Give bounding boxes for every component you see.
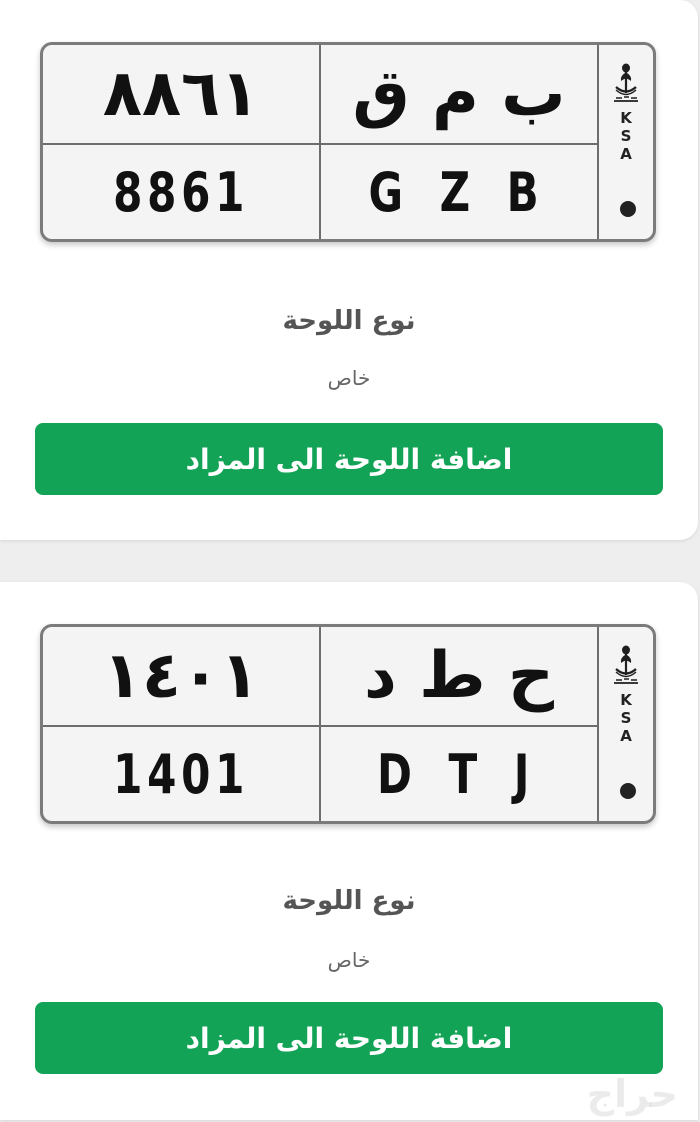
plate-type-value: خاص — [327, 948, 371, 972]
plate-type-label: نوع اللوحة — [282, 306, 416, 336]
saudi-emblem-icon — [614, 645, 638, 684]
plate-letters-english: G Z B — [321, 145, 599, 239]
plate-letters-arabic: ح ط د — [321, 627, 599, 727]
country-code: K S A — [620, 109, 632, 163]
plate-listing-card: ٨٨٦١ ب م ق 8861 G Z B K S A نوع اللوحة خ… — [0, 0, 698, 540]
plate-numbers-arabic: ١٤٠١ — [43, 627, 321, 727]
plate-numbers-arabic: ٨٨٦١ — [43, 45, 321, 145]
license-plate: ٨٨٦١ ب م ق 8861 G Z B K S A — [40, 42, 656, 242]
license-plate: ١٤٠١ ح ط د 1401 D T J K S A — [40, 624, 656, 824]
plate-screw-dot — [620, 201, 636, 217]
plate-type-label: نوع اللوحة — [282, 886, 416, 916]
country-code: K S A — [620, 691, 632, 745]
plate-numbers-english: 8861 — [43, 145, 321, 239]
haraj-watermark: حراج — [586, 1072, 678, 1116]
plate-letters-arabic: ب م ق — [321, 45, 599, 145]
plate-country-strip: K S A — [599, 627, 653, 821]
plate-country-strip: K S A — [599, 45, 653, 239]
plate-numbers-english: 1401 — [43, 727, 321, 821]
saudi-emblem-icon — [614, 63, 638, 102]
add-plate-to-auction-button[interactable]: اضافة اللوحة الى المزاد — [35, 1002, 663, 1074]
plate-type-value: خاص — [327, 366, 371, 390]
plate-letters-english: D T J — [321, 727, 599, 821]
plate-screw-dot — [620, 783, 636, 799]
plate-listing-card: ١٤٠١ ح ط د 1401 D T J K S A نوع اللوحة خ… — [0, 582, 698, 1120]
add-plate-to-auction-button[interactable]: اضافة اللوحة الى المزاد — [35, 423, 663, 495]
